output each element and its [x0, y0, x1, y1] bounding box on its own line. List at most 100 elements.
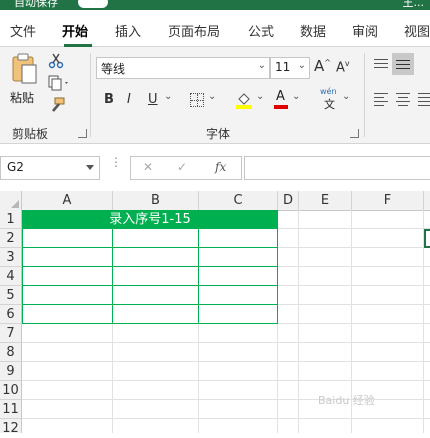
cut-icon[interactable]	[48, 53, 64, 69]
clipboard-launcher-icon[interactable]	[78, 129, 87, 138]
chevron-down-icon[interactable]: ⌄	[256, 91, 264, 102]
font-color-icon: A	[276, 89, 285, 104]
table-border	[22, 285, 278, 286]
chevron-down-icon[interactable]: ⌄	[342, 91, 350, 102]
tab-view[interactable]: 视图	[404, 21, 430, 40]
selected-cell[interactable]	[424, 229, 430, 248]
align-middle-icon[interactable]	[392, 53, 414, 75]
row-header-4[interactable]: 4	[0, 267, 22, 286]
table-border	[22, 266, 278, 267]
tab-home[interactable]: 开始	[62, 21, 88, 40]
bold-button[interactable]: B	[104, 92, 114, 107]
table-border	[277, 229, 278, 324]
column-header-c[interactable]: C	[199, 191, 278, 210]
tab-page-layout[interactable]: 页面布局	[168, 21, 220, 40]
chevron-down-icon	[86, 165, 94, 170]
table-border	[22, 323, 278, 324]
row-header-3[interactable]: 3	[0, 248, 22, 267]
clipboard-group-label: 剪贴板	[12, 127, 49, 141]
row-header-6[interactable]: 6	[0, 305, 22, 324]
align-right-icon[interactable]	[418, 93, 430, 107]
tab-insert[interactable]: 插入	[115, 21, 141, 40]
paste-icon	[12, 53, 37, 84]
insert-function-icon[interactable]: fx	[215, 160, 226, 174]
row-header-7[interactable]: 7	[0, 324, 22, 343]
align-left-icon[interactable]	[374, 93, 388, 107]
autosave-label: 自动保存	[14, 0, 58, 9]
column-header-e[interactable]: E	[299, 191, 352, 210]
row-header-8[interactable]: 8	[0, 343, 22, 362]
phonetic-button[interactable]: wén 文	[320, 87, 340, 111]
font-color-button[interactable]: A	[274, 89, 288, 109]
table-border	[112, 229, 113, 324]
table-border	[198, 229, 199, 324]
watermark: Baidu 经验	[318, 394, 375, 407]
tab-data[interactable]: 数据	[300, 21, 326, 40]
underline-button[interactable]: U	[148, 92, 158, 107]
select-all-button[interactable]	[0, 191, 22, 210]
table-border	[22, 247, 278, 248]
row-header-11[interactable]: 11	[0, 400, 22, 419]
align-center-icon[interactable]	[396, 93, 410, 107]
confirm-icon[interactable]: ✓	[177, 160, 187, 174]
column-header-a[interactable]: A	[22, 191, 113, 210]
name-box[interactable]: G2	[0, 156, 100, 180]
tab-formulas[interactable]: 公式	[248, 21, 274, 40]
gridline	[22, 418, 430, 419]
fill-color-icon[interactable]	[236, 91, 252, 109]
row-header-9[interactable]: 9	[0, 362, 22, 381]
chevron-down-icon[interactable]: ⌄	[292, 91, 300, 102]
tab-review[interactable]: 审阅	[352, 21, 378, 40]
gridline	[22, 342, 430, 343]
tab-file[interactable]: 文件	[10, 21, 36, 40]
column-header-g[interactable]	[424, 191, 430, 210]
format-painter-icon[interactable]	[48, 97, 66, 113]
table-border	[22, 304, 278, 305]
font-name-value: 等线	[101, 62, 126, 76]
group-separator	[90, 53, 91, 137]
font-launcher-icon[interactable]	[350, 129, 359, 138]
paste-button[interactable]: 粘贴	[8, 53, 42, 105]
paste-label: 粘贴	[10, 91, 35, 105]
gridline	[22, 380, 430, 381]
cancel-icon[interactable]: ✕	[143, 160, 153, 174]
gridline	[22, 361, 430, 362]
font-name-dropdown[interactable]: 等线 ⌄	[96, 57, 270, 79]
phonetic-icon-bottom: 文	[324, 98, 335, 111]
row-header-1[interactable]: 1	[0, 210, 22, 229]
chevron-down-icon: ⌄	[297, 60, 306, 71]
align-top-icon[interactable]	[374, 59, 388, 71]
table-border	[22, 228, 278, 229]
formula-input[interactable]	[244, 156, 430, 180]
chevron-down-icon[interactable]: ⌄	[208, 91, 216, 102]
column-header-b[interactable]: B	[113, 191, 199, 210]
row-header-10[interactable]: 10	[0, 381, 22, 400]
title-bar: 自动保存 王...	[0, 0, 430, 10]
decrease-font-button[interactable]: Av	[336, 59, 350, 75]
increase-font-button[interactable]: A^	[314, 57, 331, 75]
drag-handle-icon[interactable]: ⋮	[110, 156, 122, 168]
column-header-d[interactable]: D	[278, 191, 299, 210]
row-header-2[interactable]: 2	[0, 229, 22, 248]
copy-icon[interactable]	[48, 75, 70, 91]
gridline	[298, 210, 299, 433]
decrease-font-icon: A	[336, 60, 345, 76]
chevron-down-icon[interactable]: ⌄	[164, 91, 172, 102]
ribbon: 粘贴 剪贴板 等线 ⌄ 11 ⌄ A^ Av B I U ⌄ ⌄ ⌄ A ⌄ w…	[0, 47, 430, 144]
font-size-dropdown[interactable]: 11 ⌄	[270, 57, 310, 79]
phonetic-icon-top: wén	[320, 87, 337, 96]
merged-title-cell[interactable]: 录入序号1-15	[22, 210, 278, 229]
borders-icon[interactable]	[190, 93, 204, 107]
group-separator	[364, 53, 365, 137]
italic-button[interactable]: I	[127, 92, 131, 107]
ribbon-tabs: 文件 开始 插入 页面布局 公式 数据 审阅 视图	[0, 10, 430, 47]
font-group-label: 字体	[206, 127, 231, 141]
column-header-f[interactable]: F	[352, 191, 424, 210]
formula-bar: G2 ⋮ ✕ ✓ fx	[0, 150, 430, 186]
table-border	[22, 229, 23, 324]
row-header-5[interactable]: 5	[0, 286, 22, 305]
row-header-12[interactable]: 12	[0, 419, 22, 436]
font-size-value: 11	[275, 60, 291, 74]
name-box-value: G2	[7, 160, 24, 174]
autosave-toggle[interactable]	[78, 0, 108, 8]
